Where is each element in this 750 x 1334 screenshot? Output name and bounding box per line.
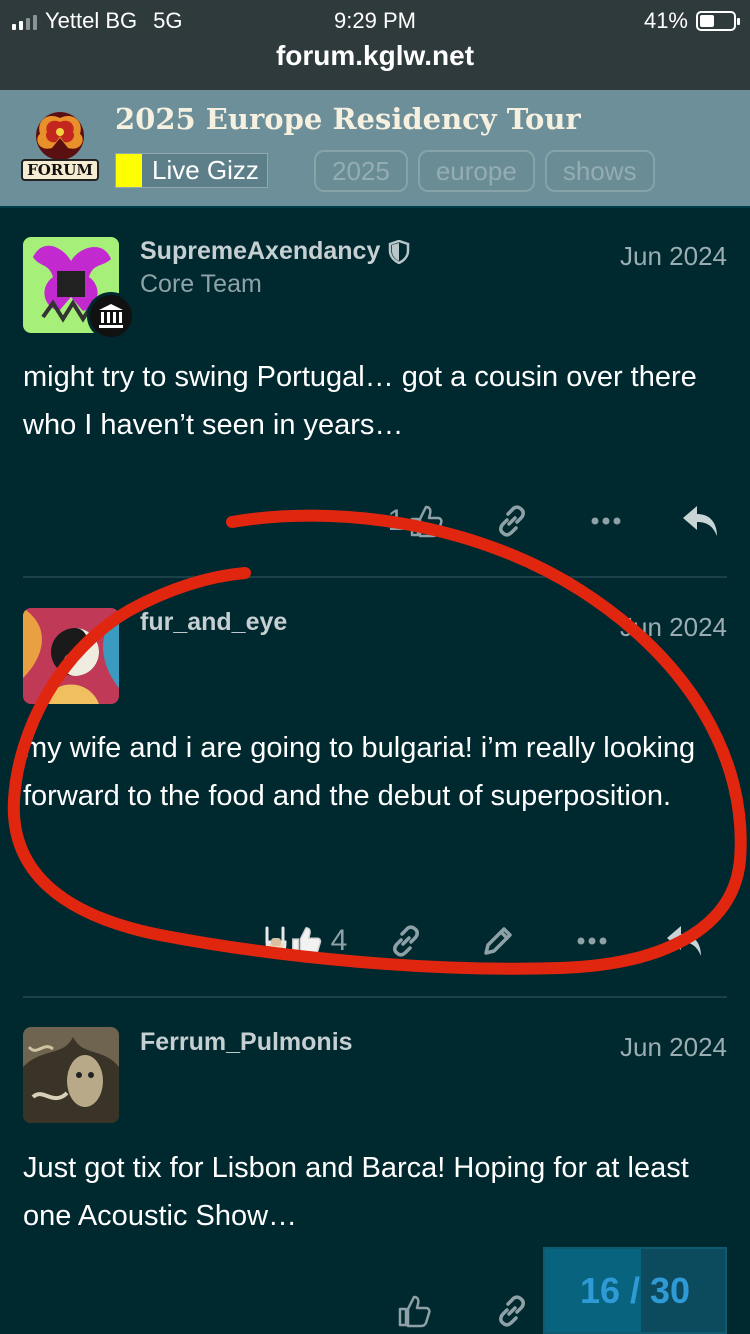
- rock-hand-icon: [265, 926, 287, 958]
- link-icon: [499, 1295, 525, 1327]
- logo-text: FORUM: [27, 161, 93, 179]
- clock: 9:29 PM: [334, 8, 416, 33]
- forum-logo[interactable]: FORUM: [20, 108, 100, 184]
- like-count: 4: [330, 924, 348, 957]
- username-text: Ferrum_Pulmonis: [140, 1028, 353, 1056]
- post-actions: 1: [330, 496, 750, 546]
- edit-icon: [484, 927, 512, 955]
- post-body: Just got tix for Lisbon and Barca! Hopin…: [23, 1152, 689, 1232]
- like-button[interactable]: [384, 1286, 444, 1334]
- like-count: 1: [387, 504, 405, 537]
- more-button[interactable]: [576, 496, 636, 546]
- battery-icon: [696, 11, 740, 31]
- copy-link-button[interactable]: [376, 916, 436, 966]
- user-title: Core Team: [140, 270, 262, 298]
- progress-total: 30: [650, 1269, 691, 1311]
- copy-link-button[interactable]: [482, 496, 542, 546]
- reply-icon: [683, 506, 717, 536]
- tag-list: 2025 europe shows: [314, 150, 655, 192]
- reply-button[interactable]: [650, 916, 720, 966]
- battery-info: 41%: [643, 8, 740, 34]
- tag-2025[interactable]: 2025: [314, 150, 408, 192]
- thumbs-up-icon: [398, 1295, 431, 1328]
- link-icon: [499, 505, 525, 537]
- reactions-button[interactable]: 4: [240, 916, 370, 966]
- post-body: might try to swing Portugal… got a cousi…: [23, 361, 697, 441]
- post-username[interactable]: fur_and_eye: [140, 608, 287, 637]
- reply-button[interactable]: [666, 496, 736, 546]
- thumbs-up-icon: [291, 927, 321, 956]
- post-divider: [23, 576, 727, 578]
- more-icon: [577, 937, 607, 945]
- topic-title[interactable]: 2025 Europe Residency Tour: [115, 102, 581, 136]
- username-text: fur_and_eye: [140, 608, 288, 636]
- status-bar: Yettel BG 5G 9:29 PM 41% forum.kglw.net: [0, 0, 750, 90]
- category-name: Live Gizz: [152, 155, 259, 185]
- more-icon: [591, 517, 621, 525]
- progress-separator: /: [629, 1269, 640, 1311]
- battery-percent: 41%: [643, 8, 688, 33]
- topic-header: FORUM 2025 Europe Residency Tour Live Gi…: [0, 90, 750, 208]
- avatar[interactable]: [23, 1027, 119, 1123]
- post-actions: 4: [240, 916, 750, 966]
- topic-progress-indicator[interactable]: 16 / 30: [543, 1247, 727, 1334]
- bank-icon: [87, 292, 135, 340]
- tag-europe[interactable]: europe: [417, 150, 535, 192]
- category-color-swatch: [116, 154, 142, 187]
- copy-link-button[interactable]: [482, 1286, 542, 1334]
- like-button[interactable]: 1: [366, 496, 466, 546]
- post-date[interactable]: Jun 2024: [620, 1032, 727, 1063]
- post-username[interactable]: Ferrum_Pulmonis: [140, 1028, 353, 1057]
- thumbs-up-icon: [411, 505, 443, 538]
- reply-icon: [667, 926, 701, 956]
- post-divider: [23, 996, 727, 998]
- shield-icon: [389, 239, 410, 264]
- username-text: SupremeAxendancy: [140, 237, 381, 265]
- avatar[interactable]: [23, 608, 119, 704]
- more-button[interactable]: [562, 916, 622, 966]
- tag-shows[interactable]: shows: [544, 150, 655, 192]
- link-icon: [393, 925, 419, 957]
- post-date[interactable]: Jun 2024: [620, 612, 727, 643]
- edit-button[interactable]: [468, 916, 528, 966]
- post-body: my wife and i are going to bulgaria! i’m…: [23, 732, 696, 812]
- post-username[interactable]: SupremeAxendancy: [140, 237, 410, 266]
- post-date[interactable]: Jun 2024: [620, 241, 727, 272]
- progress-current: 16: [579, 1269, 620, 1311]
- url-bar[interactable]: forum.kglw.net: [0, 40, 750, 72]
- category-badge[interactable]: Live Gizz: [115, 153, 268, 188]
